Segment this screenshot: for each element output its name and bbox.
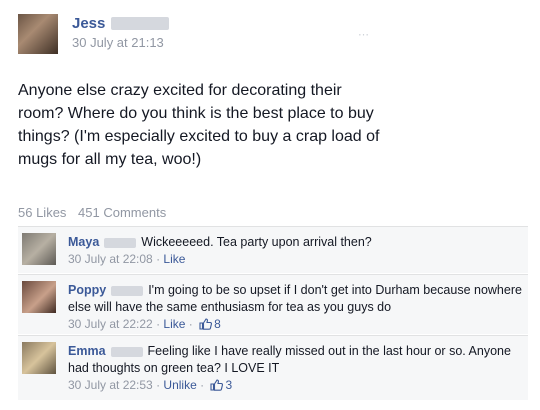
- redacted-surname: [110, 346, 143, 357]
- comment-list: Maya Wickeeeeed. Tea party upon arrival t…: [18, 226, 528, 401]
- like-link[interactable]: Like: [163, 252, 185, 266]
- redacted-surname: [111, 16, 170, 30]
- comment-time[interactable]: 30 July at 22:53: [68, 378, 153, 392]
- comment-text: Wickeeeeed. Tea party upon arrival then?: [141, 235, 372, 249]
- likes-count[interactable]: 56 Likes: [18, 205, 66, 220]
- post-stats: 56 Likes 451 Comments: [18, 205, 166, 220]
- comment-avatar[interactable]: [22, 233, 56, 265]
- post-text: Anyone else crazy excited for decorating…: [18, 82, 380, 168]
- redacted-surname: [104, 237, 137, 248]
- thumbs-up-icon: [210, 379, 224, 391]
- comment-like-count[interactable]: 8: [214, 317, 221, 331]
- post-author-row: Jess: [72, 14, 170, 32]
- comment-author[interactable]: Emma: [68, 344, 106, 358]
- comment-like-count[interactable]: 3: [225, 378, 232, 392]
- comment-item: Emma Feeling like I have really missed ou…: [18, 335, 528, 400]
- comments-count[interactable]: 451 Comments: [78, 205, 166, 220]
- comment-time[interactable]: 30 July at 22:08: [68, 252, 153, 266]
- comment-avatar[interactable]: [22, 342, 56, 374]
- thumbs-up-icon: [199, 318, 213, 330]
- options-icon[interactable]: ⋯: [358, 28, 369, 41]
- comment-time[interactable]: 30 July at 22:22: [68, 317, 153, 331]
- comment-author[interactable]: Poppy: [68, 283, 106, 297]
- comment-author[interactable]: Maya: [68, 235, 99, 249]
- comment-avatar[interactable]: [22, 281, 56, 313]
- like-link[interactable]: Like: [163, 317, 185, 331]
- post-avatar[interactable]: [18, 14, 58, 54]
- unlike-link[interactable]: Unlike: [163, 378, 196, 392]
- post-author-name[interactable]: Jess: [72, 15, 105, 32]
- comment-item: Poppy I'm going to be so upset if I don't…: [18, 274, 528, 334]
- redacted-surname: [111, 285, 144, 296]
- post-timestamp[interactable]: 30 July at 21:13: [72, 35, 164, 50]
- comment-item: Maya Wickeeeeed. Tea party upon arrival t…: [18, 226, 528, 273]
